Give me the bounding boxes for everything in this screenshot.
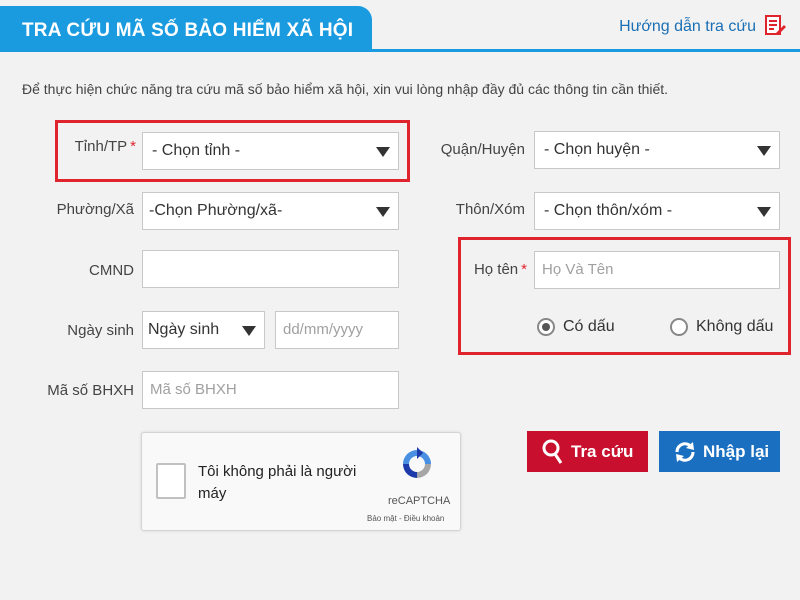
header-tab: TRA CỨU MÃ SỐ BẢO HIỂM XÃ HỘI <box>0 6 372 52</box>
district-label: Quận/Huyện <box>440 141 525 158</box>
required-mark: * <box>521 261 527 278</box>
chevron-down-icon <box>757 146 771 156</box>
chevron-down-icon <box>376 147 390 157</box>
search-icon <box>542 439 563 464</box>
required-mark: * <box>130 138 136 155</box>
recaptcha-widget: Tôi không phải là người máy reCAPTCHA Bả… <box>141 432 461 531</box>
village-select[interactable]: - Chọn thôn/xóm - <box>534 192 780 230</box>
bhxh-input[interactable]: Mã số BHXH <box>142 371 399 409</box>
district-select[interactable]: - Chọn huyện - <box>534 131 780 169</box>
accent-option-label: Có dấu <box>563 318 615 335</box>
birth-label: Ngày sinh <box>67 322 134 339</box>
chevron-down-icon <box>376 207 390 217</box>
accent-radio-khong-dau[interactable] <box>670 318 688 336</box>
ward-select[interactable]: -Chọn Phường/xã- <box>142 192 399 230</box>
full-name-input[interactable]: Họ Và Tên <box>534 251 780 289</box>
recaptcha-logo-icon <box>403 447 431 478</box>
province-label: Tỉnh/TP * <box>74 138 136 155</box>
intro-text: Để thực hiện chức năng tra cứu mã số bảo… <box>22 81 669 97</box>
chevron-down-icon <box>757 207 771 217</box>
bhxh-label: Mã số BHXH <box>47 382 134 399</box>
page-title: TRA CỨU MÃ SỐ BẢO HIỂM XÃ HỘI <box>22 20 354 41</box>
birth-type-select[interactable]: Ngày sinh <box>142 311 265 349</box>
id-card-label: CMND <box>89 262 134 279</box>
ward-label: Phường/Xã <box>56 201 134 218</box>
province-select[interactable]: - Chọn tỉnh - <box>142 132 399 170</box>
edit-document-icon[interactable] <box>764 14 786 36</box>
search-button[interactable]: Tra cứu <box>527 431 648 472</box>
birth-date-input[interactable]: dd/mm/yyyy <box>275 311 399 349</box>
recaptcha-text: Tôi không phải là người máy <box>198 463 357 502</box>
chevron-down-icon <box>242 326 256 336</box>
recaptcha-brand: reCAPTCHA <box>388 495 451 507</box>
full-name-label: Họ tên * <box>473 261 527 278</box>
accent-option-label: Không dấu <box>696 318 774 335</box>
recaptcha-checkbox[interactable] <box>156 463 186 499</box>
page-header: TRA CỨU MÃ SỐ BẢO HIỂM XÃ HỘI Hướng dẫn … <box>0 0 800 52</box>
refresh-icon <box>675 442 695 462</box>
recaptcha-links[interactable]: Bảo mật - Điều khoản <box>367 514 444 523</box>
village-label: Thôn/Xóm <box>455 201 525 218</box>
reset-button[interactable]: Nhập lại <box>659 431 780 472</box>
guide-link[interactable]: Hướng dẫn tra cứu <box>619 18 756 36</box>
id-card-input[interactable] <box>142 250 399 288</box>
accent-radio-co-dau[interactable] <box>537 318 555 336</box>
